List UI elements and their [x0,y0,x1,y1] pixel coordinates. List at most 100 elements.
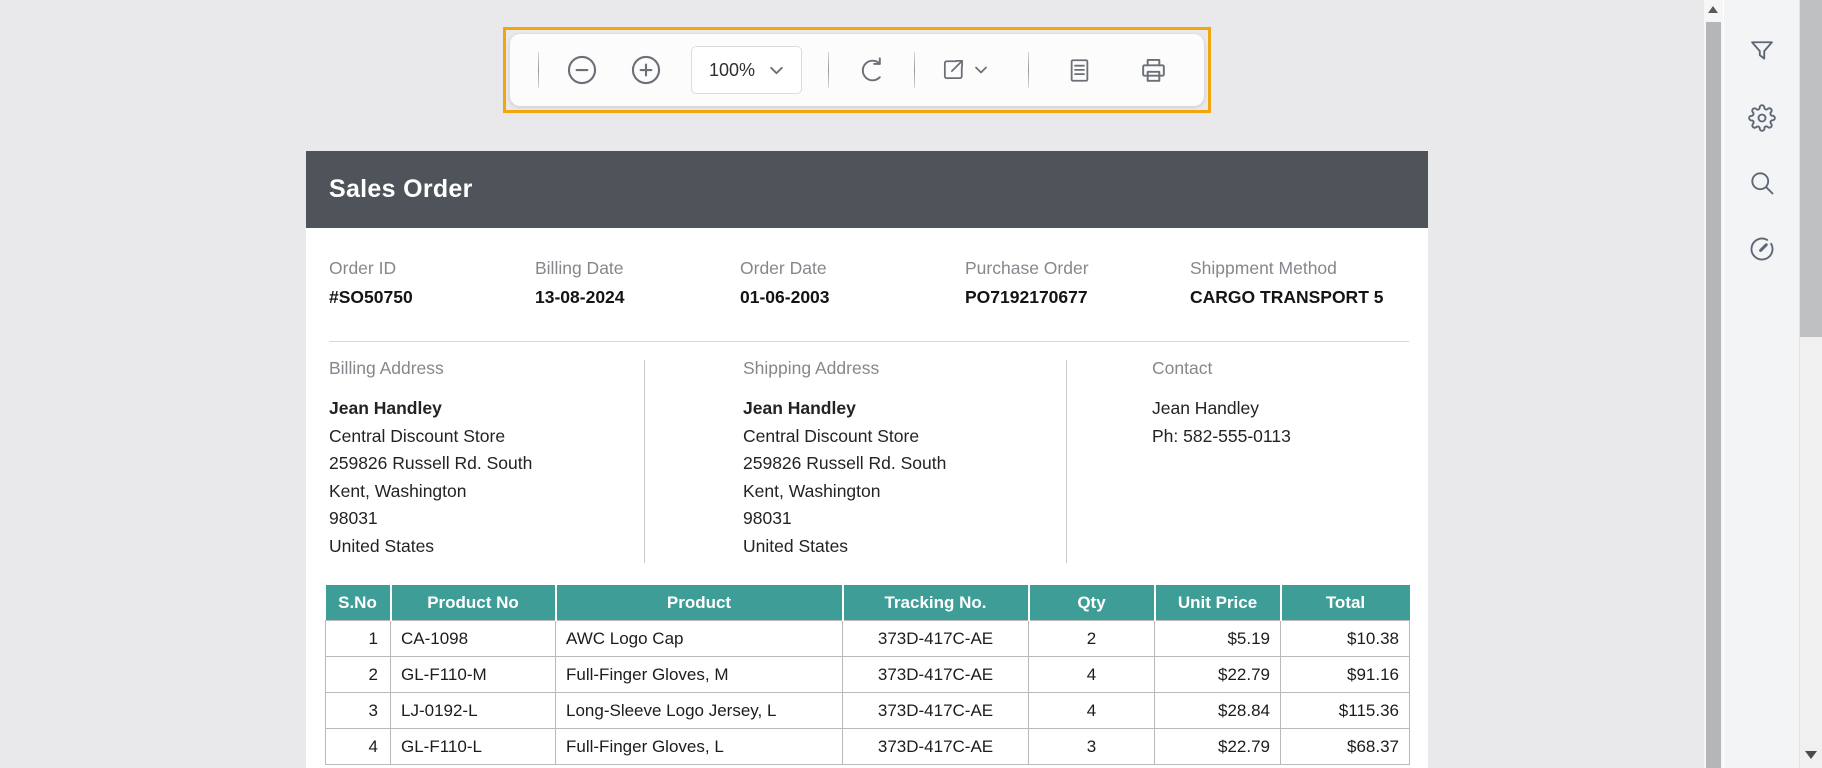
products-table-wrap: S.NoProduct NoProductTracking No.QtyUnit… [325,585,1409,765]
scrollbar-thumb[interactable] [1706,22,1721,768]
table-header-cell: Product [556,585,843,621]
chevron-down-icon [769,65,784,76]
side-panel [1723,0,1799,768]
contact-line: Ph: 582-555-0113 [1152,423,1291,451]
contact-block: Contact Jean HandleyPh: 582-555-0113 [1152,358,1291,450]
order-info-divider [329,341,1409,342]
shipping-address-name: Jean Handley [743,395,946,423]
table-row: 2 GL-F110-M Full-Finger Gloves, M 373D-4… [326,657,1410,693]
order-field: Shippment Method CARGO TRANSPORT 5 [1190,258,1383,308]
cell-unit-price: $28.84 [1155,693,1281,729]
order-field-value: #SO50750 [329,287,535,308]
address-line: 259826 Russell Rd. South [743,450,946,478]
printer-icon [1138,55,1169,86]
zoom-in-icon [629,53,663,87]
performance-button[interactable] [1747,234,1777,264]
search-icon [1748,169,1776,197]
cell-total: $68.37 [1281,729,1410,765]
cell-unit-price: $22.79 [1155,657,1281,693]
cell-tracking-no: 373D-417C-AE [843,657,1029,693]
cell-qty: 3 [1029,729,1155,765]
cell-qty: 4 [1029,693,1155,729]
search-button[interactable] [1747,168,1777,198]
toolbar-highlight-frame: 100% [503,27,1211,113]
toolbar-separator [1028,52,1029,88]
toolbar-separator [538,52,539,88]
order-field-label: Order Date [740,258,965,279]
order-field-label: Order ID [329,258,535,279]
cell-sno: 3 [326,693,391,729]
address-line: Central Discount Store [743,423,946,451]
contact-heading: Contact [1152,358,1291,379]
filter-button[interactable] [1747,36,1777,66]
table-header-cell: S.No [326,585,391,621]
order-field-label: Purchase Order [965,258,1190,279]
gear-icon [1748,104,1776,132]
order-field-label: Shippment Method [1190,258,1383,279]
address-line: United States [329,533,532,561]
billing-address-name: Jean Handley [329,395,532,423]
address-line: United States [743,533,946,561]
table-header-cell: Product No [391,585,556,621]
document-icon [1065,56,1094,85]
table-header-cell: Qty [1029,585,1155,621]
order-field: Billing Date 13-08-2024 [535,258,740,308]
table-body: 1 CA-1098 AWC Logo Cap 373D-417C-AE 2 $5… [326,621,1410,765]
settings-button[interactable] [1747,103,1777,133]
export-button[interactable] [939,56,988,84]
address-line: 98031 [329,505,532,533]
cell-qty: 4 [1029,657,1155,693]
address-line: 259826 Russell Rd. South [329,450,532,478]
table-header-cell: Unit Price [1155,585,1281,621]
cell-product-no: GL-F110-L [391,729,556,765]
address-line: Central Discount Store [329,423,532,451]
print-button[interactable] [1138,55,1169,86]
zoom-in-button[interactable] [629,53,663,87]
export-icon [939,56,967,84]
cell-product-no: GL-F110-M [391,657,556,693]
scrollbar-up-arrow[interactable] [1708,6,1718,13]
cell-product-no: LJ-0192-L [391,693,556,729]
cell-unit-price: $5.19 [1155,621,1281,657]
order-field-label: Billing Date [535,258,740,279]
order-field: Order ID #SO50750 [329,258,535,308]
contact-lines: Jean HandleyPh: 582-555-0113 [1152,395,1291,450]
cell-product: AWC Logo Cap [556,621,843,657]
page-setup-button[interactable] [1065,56,1094,85]
zoom-out-icon [565,53,599,87]
address-line: Kent, Washington [329,478,532,506]
cell-total: $115.36 [1281,693,1410,729]
zoom-level-dropdown[interactable]: 100% [691,46,802,94]
zoom-out-button[interactable] [565,53,599,87]
refresh-button[interactable] [855,55,886,86]
report-toolbar: 100% [510,34,1204,106]
address-line: 98031 [743,505,946,533]
toolbar-separator [914,52,915,88]
shipping-address-heading: Shipping Address [743,358,946,379]
cell-unit-price: $22.79 [1155,729,1281,765]
cell-qty: 2 [1029,621,1155,657]
scrollbar-down-arrow[interactable] [1805,751,1817,759]
address-line: Kent, Washington [743,478,946,506]
table-header-cell: Total [1281,585,1410,621]
performance-gauge-icon [1748,235,1776,263]
contact-line: Jean Handley [1152,395,1291,423]
cell-sno: 1 [326,621,391,657]
cell-tracking-no: 373D-417C-AE [843,621,1029,657]
table-row: 4 GL-F110-L Full-Finger Gloves, L 373D-4… [326,729,1410,765]
shipping-address-lines: Central Discount Store259826 Russell Rd.… [743,423,946,561]
address-section-divider [644,360,645,563]
report-title-band: Sales Order [306,151,1428,228]
refresh-icon [855,55,886,86]
order-field-value: CARGO TRANSPORT 5 [1190,287,1383,308]
page-scrollbar-thumb[interactable] [1800,0,1822,337]
table-header-row: S.NoProduct NoProductTracking No.QtyUnit… [326,585,1410,621]
cell-product: Full-Finger Gloves, L [556,729,843,765]
cell-product-no: CA-1098 [391,621,556,657]
toolbar-separator [828,52,829,88]
page-scrollbar [1799,0,1822,768]
order-field-value: 13-08-2024 [535,287,740,308]
cell-total: $10.38 [1281,621,1410,657]
filter-icon [1748,37,1776,65]
address-section-divider [1066,360,1067,563]
